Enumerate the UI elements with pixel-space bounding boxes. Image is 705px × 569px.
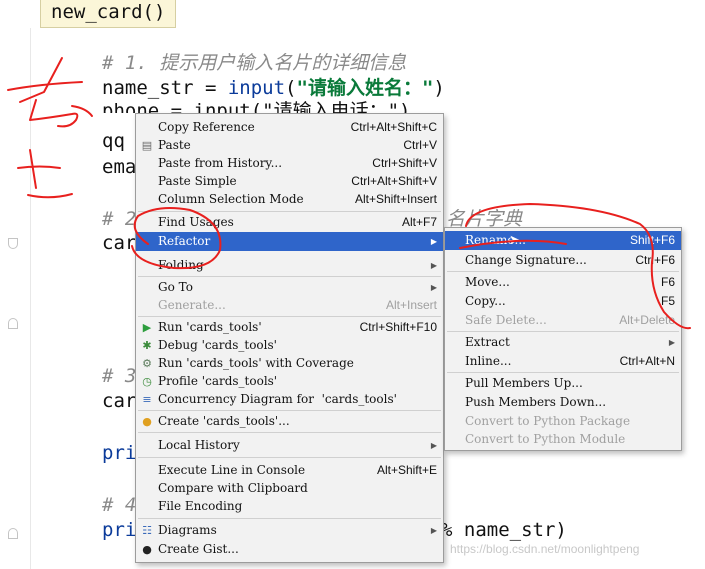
code-line-card-dict[interactable]: car [102,232,136,254]
fold-marker-icon[interactable] [8,238,18,249]
menu-paste-from-history[interactable]: Paste from History... Ctrl+Shift+V [136,154,443,173]
mouse-cursor-icon: ➤ [509,233,520,248]
menu-separator [138,432,441,433]
menu-create-config[interactable]: ● Create 'cards_tools'... [136,412,443,431]
menu-change-signature[interactable]: Change Signature... Ctrl+F6 [445,251,681,270]
menu-separator [447,271,679,272]
menu-generate[interactable]: Generate... Alt+Insert [136,296,443,315]
menu-separator [138,518,441,519]
code-line-qq[interactable]: qq [102,130,125,152]
menu-convert-to-package[interactable]: Convert to Python Package [445,412,681,431]
code-comment-1: # 1. 提示用户输入名片的详细信息 [102,52,407,74]
menu-column-selection-mode[interactable]: Column Selection Mode Alt+Shift+Insert [136,190,443,209]
run-icon: ▶ [142,321,152,334]
code-line-card-list[interactable]: car [102,390,136,412]
code-func: input [227,77,286,99]
menu-paste-simple[interactable]: Paste Simple Ctrl+Alt+Shift+V [136,172,443,191]
code-paren: ( [285,77,297,99]
submenu-arrow-icon: ▶ [430,283,437,292]
menu-inline[interactable]: Inline... Ctrl+Alt+N [445,352,681,371]
submenu-arrow-icon: ▶ [430,526,437,535]
annotation-stroke [29,99,79,128]
editor-context-menu: Copy Reference Ctrl+Alt+Shift+C ▤ Paste Ctr… [135,113,444,563]
menu-pull-members-up[interactable]: Pull Members Up... [445,374,681,393]
editor-gutter [0,0,30,569]
menu-file-encoding[interactable]: File Encoding [136,497,443,516]
watermark: https://blog.csdn.net/moonlightpeng [450,542,640,556]
code-line-email[interactable]: ema [102,156,136,178]
create-config-icon: ● [142,415,152,428]
submenu-arrow-icon: ▶ [430,237,437,246]
submenu-arrow-icon: ▶ [430,441,437,450]
diagrams-icon: ☷ [142,524,152,537]
paste-icon: ▤ [141,139,153,152]
refactor-submenu: Rename... Shift+F6 ➤ Change Signature... Ct… [444,227,682,451]
menu-separator [138,410,441,411]
code-line-phone[interactable]: phone = input("请输入电话：") [102,100,410,113]
code-string: "请输入姓名：" [296,77,434,99]
menu-separator [138,457,441,458]
debug-icon: ✱ [142,339,152,352]
menu-separator [138,316,441,317]
menu-separator [447,372,679,373]
function-name-highlight: new_card() [40,0,177,28]
code-paren: ) [433,77,445,99]
code-comment-3: # 3 [102,365,137,387]
menu-refactor[interactable]: Refactor ▶ [136,232,443,251]
menu-extract[interactable]: Extract ▶ [445,333,681,352]
menu-go-to[interactable]: Go To ▶ [136,278,443,297]
menu-create-gist[interactable]: ● Create Gist... [136,540,443,559]
code-line-print-2-tail: % name_str) [441,519,567,541]
menu-separator [447,331,679,332]
menu-separator [138,276,441,277]
code-comment-2: # 2 [102,208,137,230]
menu-copy[interactable]: Copy... F5 [445,292,681,311]
menu-push-members-down[interactable]: Push Members Down... [445,393,681,412]
menu-diagrams[interactable]: ☷ Diagrams ▶ [136,521,443,540]
code-line-print-2[interactable]: pri [102,519,136,541]
code-line-print-1[interactable]: pri [102,442,136,464]
menu-run[interactable]: ▶ Run 'cards_tools' Ctrl+Shift+F10 [136,318,443,337]
menu-concurrency-diagram[interactable]: ≡ Concurrency Diagram for 'cards_tools' [136,390,443,409]
menu-paste[interactable]: ▤ Paste Ctrl+V [136,136,443,155]
menu-find-usages[interactable]: Find Usages Alt+F7 [136,213,443,232]
profile-icon: ◷ [142,375,152,388]
menu-debug[interactable]: ✱ Debug 'cards_tools' [136,336,443,355]
github-icon: ● [142,543,152,556]
code-line-name[interactable]: name_str = input("请输入姓名：") [102,77,445,99]
menu-move[interactable]: Move... F6 [445,273,681,292]
menu-convert-to-module[interactable]: Convert to Python Module [445,430,681,449]
menu-run-with-coverage[interactable]: ⚙ Run 'cards_tools' with Coverage [136,354,443,373]
fold-marker-icon[interactable] [8,528,18,539]
fold-marker-icon[interactable] [8,318,18,329]
menu-copy-reference[interactable]: Copy Reference Ctrl+Alt+Shift+C [136,118,443,137]
code-var: name_str = [102,77,228,99]
code-comment-4: # 4 [102,494,137,516]
submenu-arrow-icon: ▶ [668,338,675,347]
concurrency-icon: ≡ [142,393,152,406]
submenu-arrow-icon: ▶ [430,261,437,270]
menu-safe-delete[interactable]: Safe Delete... Alt+Delete [445,311,681,330]
menu-folding[interactable]: Folding ▶ [136,256,443,275]
menu-separator [138,211,441,212]
menu-profile[interactable]: ◷ Profile 'cards_tools' [136,372,443,391]
annotation-stroke [71,105,93,117]
menu-rename[interactable]: Rename... Shift+F6 ➤ [445,231,681,250]
menu-execute-line-in-console[interactable]: Execute Line in Console Alt+Shift+E [136,461,443,480]
menu-compare-with-clipboard[interactable]: Compare with Clipboard [136,479,443,498]
menu-local-history[interactable]: Local History ▶ [136,436,443,455]
gutter-divider [30,28,31,569]
coverage-icon: ⚙ [142,357,152,370]
